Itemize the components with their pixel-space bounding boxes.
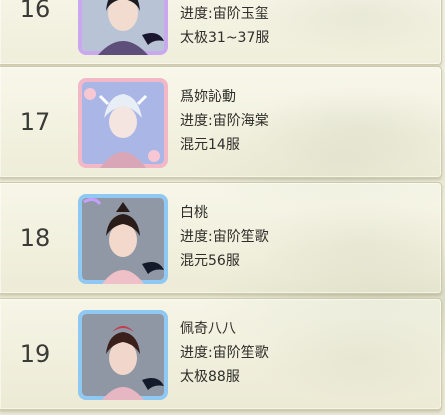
rank-number: 18 xyxy=(19,224,51,252)
player-server: 混元14服 xyxy=(180,137,240,153)
player-server: 太极31~37服 xyxy=(180,30,270,46)
leaderboard-list: 16 进度:宙阶玉玺 太极31~37服 17 爲妳訫動 进度:宙阶海棠 混元14… xyxy=(0,0,445,415)
player-stage: 进度:宙阶笙歌 xyxy=(180,229,269,245)
player-avatar[interactable] xyxy=(78,0,168,55)
list-item[interactable]: 16 进度:宙阶玉玺 太极31~37服 xyxy=(0,0,442,65)
player-name: 爲妳訫動 xyxy=(180,89,236,105)
player-stage: 进度:宙阶笙歌 xyxy=(180,345,269,361)
player-name: 佩奇八八 xyxy=(180,321,236,337)
list-item[interactable]: 17 爲妳訫動 进度:宙阶海棠 混元14服 xyxy=(0,66,442,178)
player-stage: 进度:宙阶海棠 xyxy=(180,113,269,129)
player-avatar[interactable] xyxy=(78,78,168,168)
player-stage: 进度:宙阶玉玺 xyxy=(180,6,269,22)
player-avatar[interactable] xyxy=(78,310,168,400)
rank-number: 17 xyxy=(19,108,51,136)
player-server: 太极88服 xyxy=(180,369,240,385)
player-name: 白桃 xyxy=(180,205,208,221)
player-server: 混元56服 xyxy=(180,253,240,269)
rank-number: 19 xyxy=(19,340,51,368)
rank-number: 16 xyxy=(19,0,51,23)
list-item[interactable]: 18 白桃 进度:宙阶笙歌 混元56服 xyxy=(0,182,442,294)
list-item[interactable]: 19 佩奇八八 进度:宙阶笙歌 太极88服 xyxy=(0,298,442,410)
player-avatar[interactable] xyxy=(78,194,168,284)
